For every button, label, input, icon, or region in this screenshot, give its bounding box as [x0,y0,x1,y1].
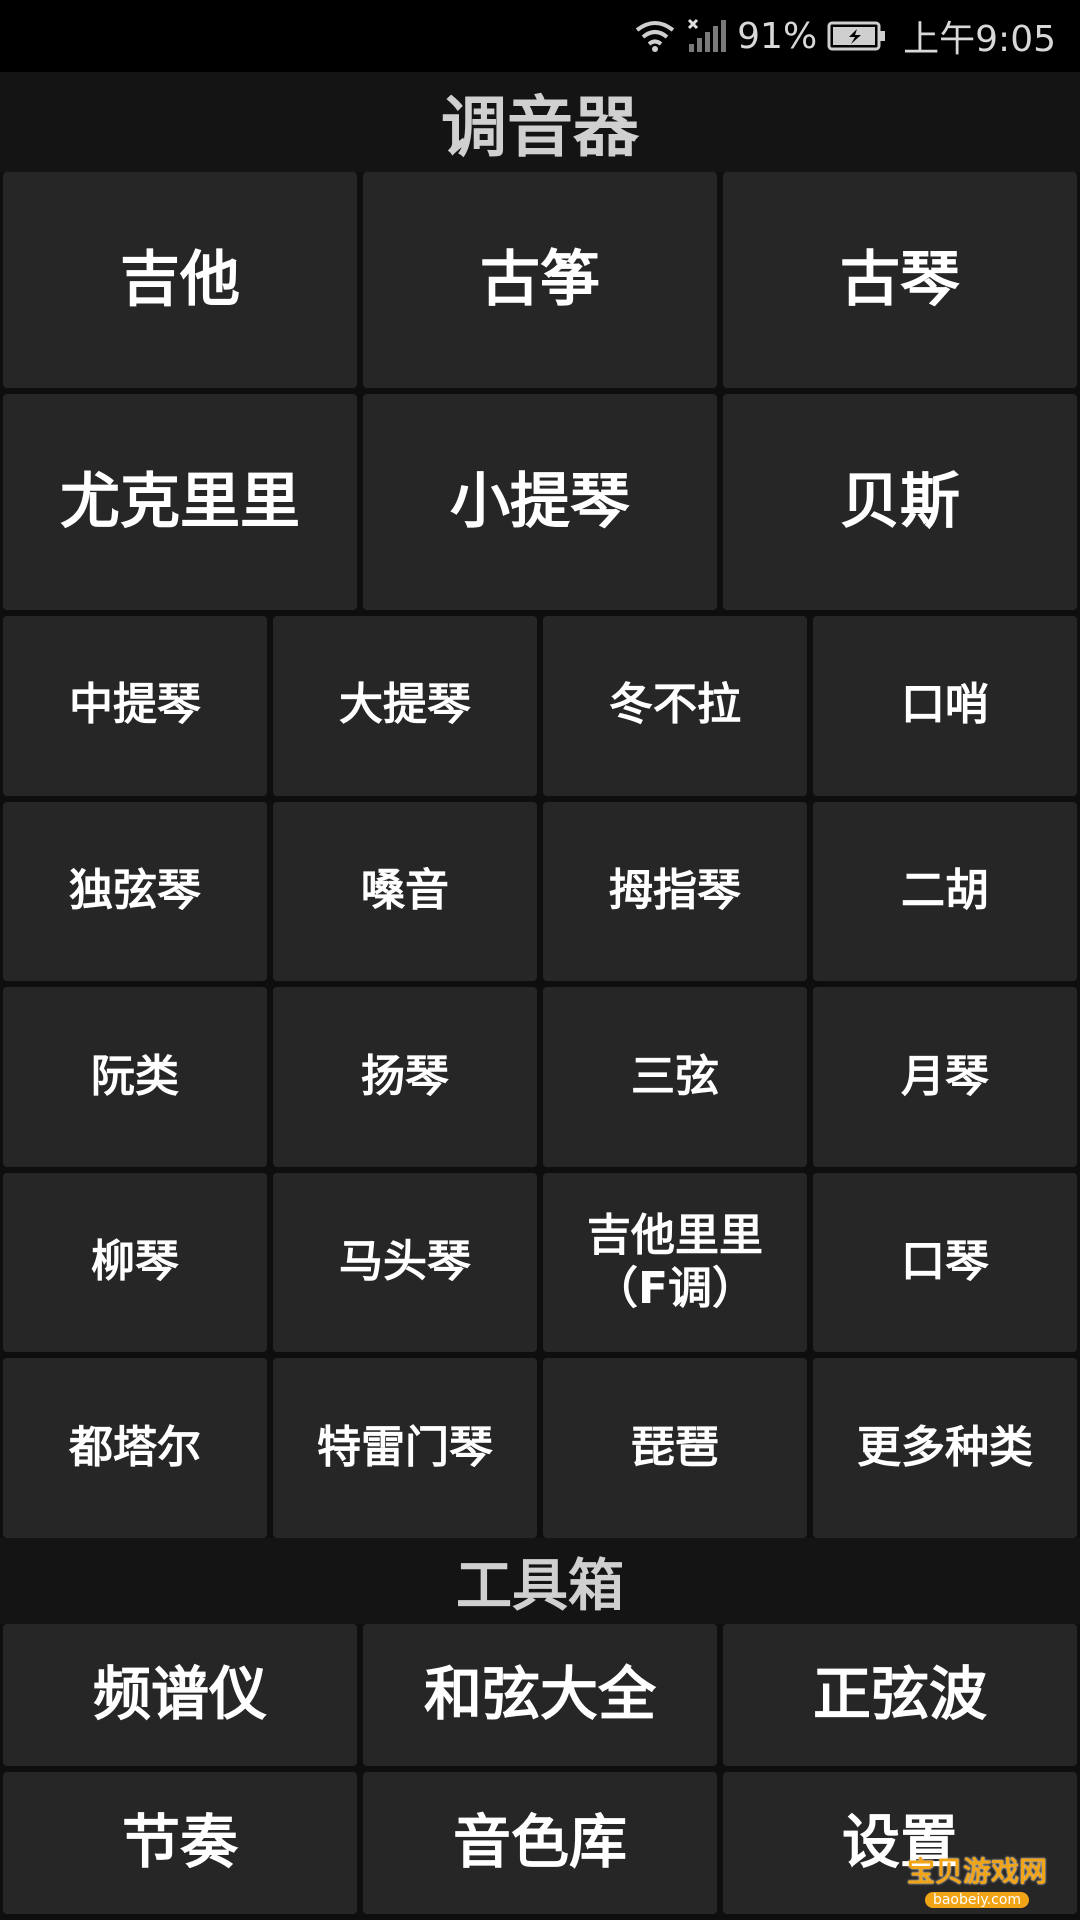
instrument-button-kalimba[interactable]: 拇指琴 [543,801,807,982]
tool-button-sound-library[interactable]: 音色库 [363,1772,717,1914]
status-bar: 91% 上午9:05 [0,0,1080,72]
instrument-grid-large: 吉他 古筝 古琴 尤克里里 小提琴 贝斯 [0,172,1080,616]
instrument-button-more[interactable]: 更多种类 [813,1358,1077,1538]
instrument-button-liuqin[interactable]: 柳琴 [3,1172,267,1353]
tool-button-settings[interactable]: 设置 [723,1772,1077,1914]
instrument-button-harmonica[interactable]: 口琴 [813,1172,1077,1353]
instrument-button-morin-khuur[interactable]: 马头琴 [273,1172,537,1353]
instrument-button-dombra[interactable]: 冬不拉 [543,616,807,796]
instrument-button-ukulele[interactable]: 尤克里里 [3,394,357,610]
instrument-button-sanxian[interactable]: 三弦 [543,987,807,1167]
toolbox-grid: 频谱仪 和弦大全 正弦波 节奏 音色库 设置 [0,1624,1080,1920]
tool-button-spectrum[interactable]: 频谱仪 [3,1624,357,1766]
tool-button-sine-wave[interactable]: 正弦波 [723,1624,1077,1766]
instrument-button-yueqin[interactable]: 月琴 [813,987,1077,1167]
battery-charging-icon [827,20,887,52]
instrument-button-dutar[interactable]: 都塔尔 [3,1358,267,1538]
instrument-button-theremin[interactable]: 特雷门琴 [273,1358,537,1538]
wifi-icon [633,18,677,54]
instrument-button-guzheng[interactable]: 古筝 [363,172,717,388]
page-title: 调音器 [0,72,1080,172]
instrument-button-erhu[interactable]: 二胡 [813,801,1077,982]
tool-button-rhythm[interactable]: 节奏 [3,1772,357,1914]
instrument-button-guitar[interactable]: 吉他 [3,172,357,388]
instrument-button-whistle[interactable]: 口哨 [813,616,1077,796]
toolbox-title: 工具箱 [0,1538,1080,1624]
instrument-button-bass[interactable]: 贝斯 [723,394,1077,610]
instrument-grid-small: 中提琴 大提琴 冬不拉 口哨 独弦琴 嗓音 拇指琴 二胡 阮类 扬琴 三弦 月琴… [0,616,1080,1538]
instrument-button-violin[interactable]: 小提琴 [363,394,717,610]
instrument-button-pipa[interactable]: 琵琶 [543,1358,807,1538]
instrument-button-guqin[interactable]: 古琴 [723,172,1077,388]
tool-button-chords[interactable]: 和弦大全 [363,1624,717,1766]
instrument-button-viola[interactable]: 中提琴 [3,616,267,796]
instrument-button-monochord[interactable]: 独弦琴 [3,801,267,982]
instrument-button-guitalele-f[interactable]: 吉他里里 （F调） [543,1172,807,1353]
instrument-button-yangqin[interactable]: 扬琴 [273,987,537,1167]
instrument-button-ruan[interactable]: 阮类 [3,987,267,1167]
instrument-button-cello[interactable]: 大提琴 [273,616,537,796]
instrument-button-voice[interactable]: 嗓音 [273,801,537,982]
clock: 上午9:05 [903,19,1056,60]
signal-off-icon [687,18,727,54]
battery-percent: 91% [737,15,818,57]
